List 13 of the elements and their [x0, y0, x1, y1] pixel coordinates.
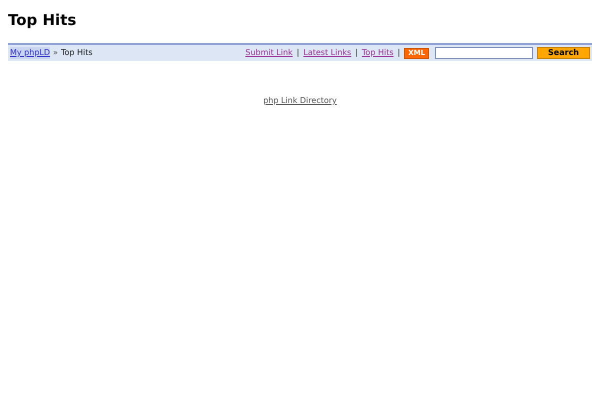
nav-link[interactable]: Submit Link [245, 47, 293, 59]
nav-separator: | [296, 47, 300, 59]
nav-link[interactable]: Latest Links [303, 47, 352, 59]
nav-separator: | [398, 47, 400, 59]
footer-link[interactable]: php Link Directory [263, 95, 337, 107]
breadcrumb-current: Top Hits [60, 47, 93, 59]
page-title: Top Hits [8, 10, 76, 30]
breadcrumb-separator: » [53, 47, 58, 59]
breadcrumb-link[interactable]: My phpLD [10, 47, 50, 59]
search-button[interactable]: Search [537, 47, 590, 59]
search-field[interactable] [435, 47, 534, 59]
nav-separator: | [355, 47, 358, 59]
nav-link[interactable]: Top Hits [362, 47, 394, 59]
